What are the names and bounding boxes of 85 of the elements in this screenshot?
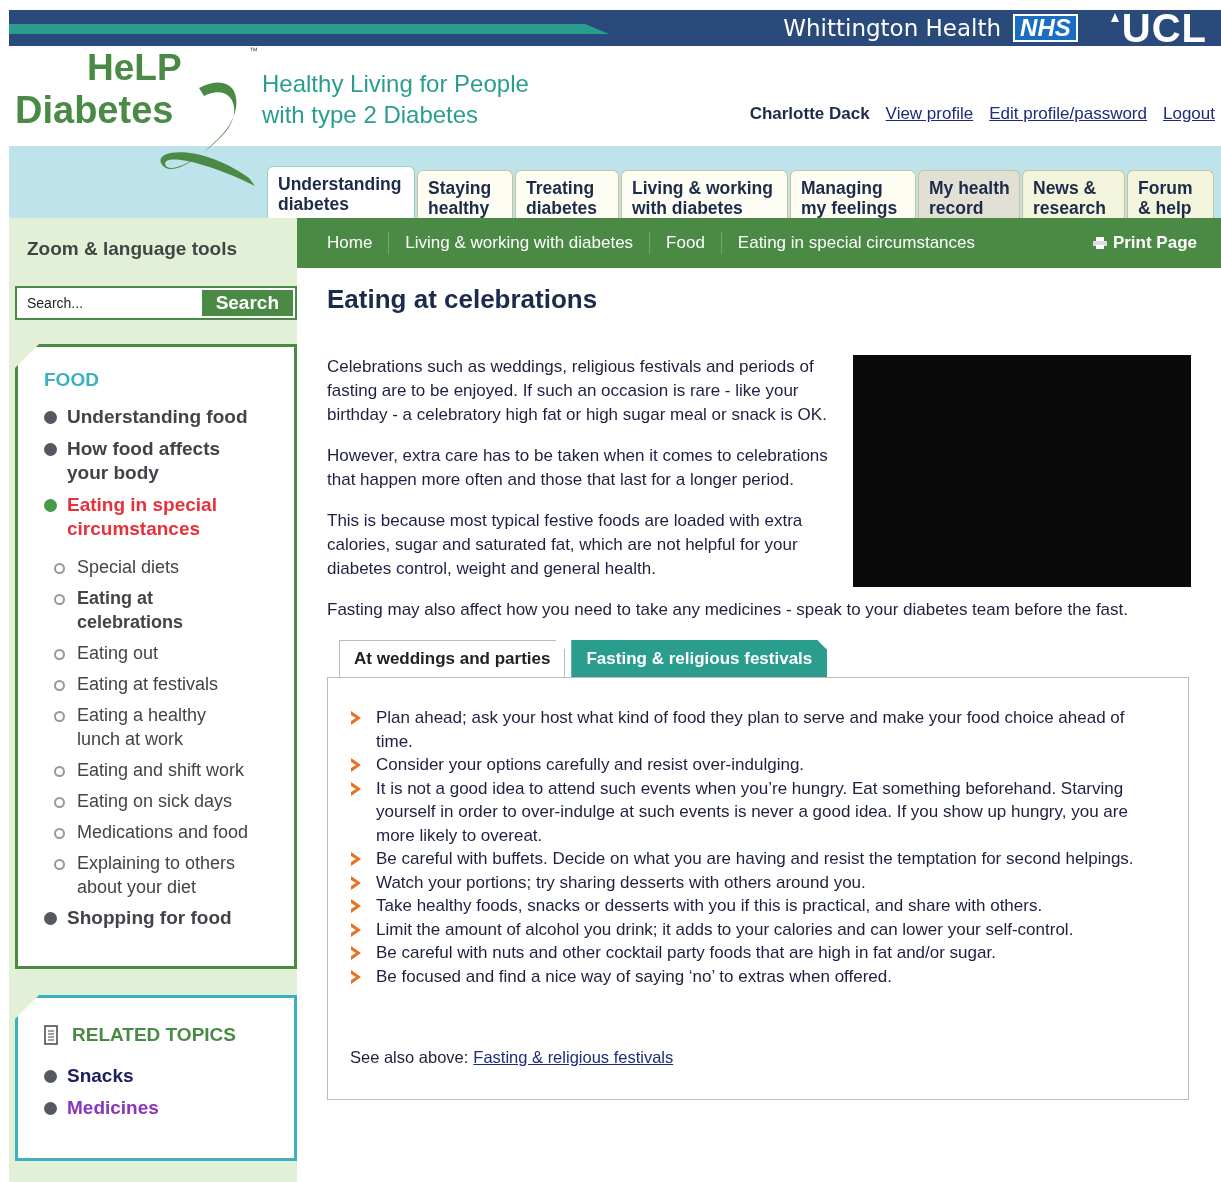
print-link[interactable]: Print Page	[1092, 233, 1197, 253]
related-link[interactable]: Snacks	[67, 1064, 134, 1088]
user-link[interactable]: View profile	[885, 104, 974, 124]
subnav-link[interactable]: Eating at celebrations	[77, 586, 254, 634]
circle-icon	[54, 797, 65, 808]
printer-icon	[1092, 237, 1107, 249]
user-link[interactable]: Logout	[1163, 104, 1215, 124]
subnav-link[interactable]: Special diets	[77, 555, 180, 579]
nav-tab[interactable]: Living & working with diabetes	[621, 170, 788, 218]
related-link[interactable]: Medicines	[67, 1096, 159, 1120]
see-also-link[interactable]: Fasting & religious festivals	[473, 1048, 674, 1067]
dome-icon	[1109, 11, 1120, 23]
paragraph: Fasting may also affect how you need to take any medicines - speak to your diabetes team before the fast.	[327, 599, 1130, 621]
bullet-icon	[44, 1070, 57, 1083]
tip-text: Consider your options carefully and resist over-indulging.	[376, 754, 805, 776]
nav-link[interactable]: How food affects your body	[67, 437, 254, 485]
see-also-label: See also above:	[350, 1048, 469, 1067]
document-icon	[44, 1025, 58, 1045]
nhs-logo: NHS	[1013, 14, 1078, 42]
circle-icon	[54, 594, 65, 605]
search-field[interactable]: Search...	[17, 288, 200, 318]
subnav-link[interactable]: Eating at festivals	[77, 672, 219, 696]
subnav-link[interactable]: Eating on sick days	[77, 789, 233, 813]
tagline-text: Healthy Living for People	[262, 69, 530, 99]
circle-icon	[54, 859, 65, 870]
nav-link[interactable]: Shopping for food	[67, 906, 232, 930]
tagline-text: with type 2 Diabetes	[262, 100, 480, 130]
nav-tab[interactable]: Forum & help	[1127, 170, 1214, 218]
subnav-link[interactable]: Eating out	[77, 641, 159, 665]
partner-name: Whittington Health	[783, 15, 1002, 41]
bullet-icon	[44, 1102, 57, 1115]
tip-text: It is not a good idea to attend such events when you’re hungry. Eat something beforehand. Starving yourself in order to over-indulge at such events is never a good idea. If you show up hungry, you are more likely to overeat.	[376, 777, 1129, 847]
tip-text: Limit the amount of alcohol you drink; it adds to your calories and can lower your self-control.	[376, 918, 1074, 941]
circle-icon	[54, 766, 65, 777]
circle-icon	[54, 680, 65, 691]
ucl-logo: UCL	[1121, 11, 1207, 45]
tools-heading: Zoom & language tools	[26, 237, 239, 261]
nav-tab[interactable]: Managing my feelings	[790, 170, 916, 218]
chevron-icon	[350, 945, 362, 961]
nav-link[interactable]: Eating in special circumstances	[67, 493, 254, 541]
subnav-link[interactable]: Eating and shift work	[77, 758, 245, 782]
nav-tab[interactable]: Understanding diabetes	[267, 166, 415, 218]
nav-tab[interactable]: Staying healthy	[417, 170, 513, 218]
chevron-icon	[350, 851, 362, 867]
nav-tab[interactable]: My health record	[918, 170, 1020, 218]
tip-text: Be focused and find a nice way of saying ‘no’ to extras when offered.	[376, 965, 892, 988]
nav-link[interactable]: Understanding food	[67, 405, 248, 429]
nav-tab[interactable]: Treating diabetes	[515, 170, 619, 218]
paragraph: Celebrations such as weddings, religious festivals and periods of fasting are to be enjoyed. If such an occasion is rare - like your birthday - a celebratory high fat or high sugar meal or snack is OK.	[327, 356, 828, 426]
breadcrumb-link[interactable]: Food	[666, 233, 705, 253]
subnav-link[interactable]: Explaining to others about your diet	[77, 851, 254, 899]
paragraph: This is because most typical festive foods are loaded with extra calories, sugar and saturated fat, which are not helpful for your diabetes control, weight and general health.	[327, 510, 804, 580]
related-heading: RELATED TOPICS	[72, 1024, 236, 1046]
breadcrumb-link[interactable]: Home	[327, 233, 373, 253]
breadcrumb-link[interactable]: Living & working with diabetes	[405, 233, 634, 253]
paragraph: However, extra care has to be taken when it comes to celebrations that happen more often and those that last for a longer period.	[327, 445, 829, 491]
user-link[interactable]: Edit profile/password	[989, 104, 1147, 124]
user-name: Charlotte Dack	[749, 104, 870, 124]
chevron-icon	[350, 757, 362, 773]
nav-heading: FOOD	[44, 369, 100, 391]
tip-text: Watch your portions; try sharing desserts with others around you.	[376, 871, 866, 894]
circle-icon	[54, 649, 65, 660]
nav-tab[interactable]: News & research	[1022, 170, 1125, 218]
logo-text: HeLP	[86, 48, 183, 88]
logo-text: Diabetes	[14, 88, 175, 132]
chevron-icon	[350, 874, 362, 891]
search-button[interactable]: Search	[199, 288, 295, 318]
circle-icon	[54, 828, 65, 839]
chevron-icon	[350, 710, 362, 726]
page-title: Eating at celebrations	[327, 284, 599, 315]
chevron-icon	[350, 898, 362, 914]
circle-icon	[54, 711, 65, 722]
circle-icon	[54, 563, 65, 574]
tip-text: Be careful with nuts and other cocktail party foods that are high in fat and/or sugar.	[376, 942, 996, 964]
tip-text: Take healthy foods, snacks or desserts with you if this is practical, and share with others.	[376, 895, 1043, 917]
chevron-icon	[350, 780, 362, 797]
tip-text: Be careful with buffets. Decide on what you are having and resist the temptation for second helpings.	[376, 848, 1134, 870]
tip-text: Plan ahead; ask your host what kind of food they plan to serve and make your food choice ahead of time.	[376, 707, 1126, 753]
subnav-link[interactable]: Eating a healthy lunch at work	[77, 703, 254, 751]
content-tab[interactable]: At weddings and parties	[339, 640, 566, 677]
chevron-icon	[350, 968, 362, 985]
breadcrumb-link[interactable]: Eating in special circumstances	[737, 233, 975, 253]
subnav-link[interactable]: Medications and food	[77, 820, 249, 844]
chevron-icon	[350, 921, 362, 938]
trademark: ™	[249, 46, 258, 56]
